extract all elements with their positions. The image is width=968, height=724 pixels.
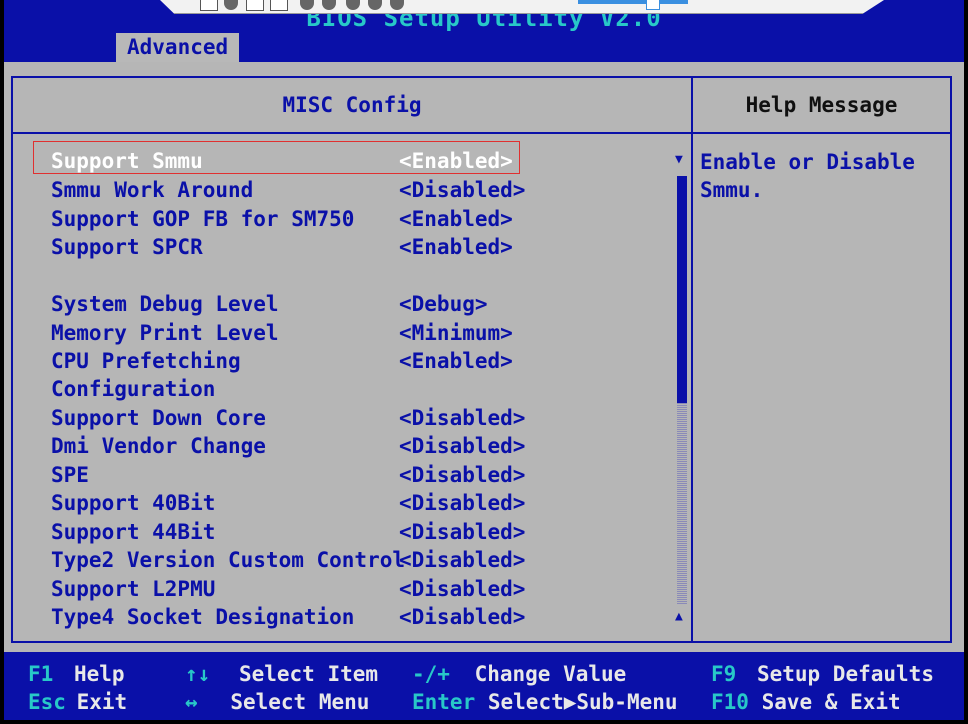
screenshot-icon[interactable] bbox=[246, 0, 264, 11]
menu-item-support-smmu[interactable]: Support Smmu <Enabled> bbox=[51, 147, 681, 175]
media-icon[interactable] bbox=[300, 0, 314, 10]
item-label: Support Down Core bbox=[51, 406, 266, 430]
item-value[interactable]: <Enabled> bbox=[399, 205, 513, 233]
item-label: Dmi Vendor Change bbox=[51, 434, 266, 458]
item-label: Type2 Version Custom Control bbox=[51, 548, 406, 572]
menu-item-cpu-prefetching-cont: Configuration bbox=[51, 375, 681, 403]
item-label: SPE bbox=[51, 463, 89, 487]
item-value[interactable]: <Enabled> bbox=[399, 147, 513, 175]
menu-item-type2-version[interactable]: Type2 Version Custom Control <Disabled> bbox=[51, 546, 681, 574]
scrollbar-track[interactable] bbox=[677, 403, 687, 604]
item-label: Support 44Bit bbox=[51, 520, 216, 544]
item-value[interactable]: <Disabled> bbox=[399, 546, 525, 574]
menu-item-support-down-core[interactable]: Support Down Core <Disabled> bbox=[51, 404, 681, 432]
key-hint-plusminus: -/+ Change Value bbox=[412, 662, 627, 686]
item-value[interactable]: <Enabled> bbox=[399, 233, 513, 261]
menu-item-memory-print-level[interactable]: Memory Print Level <Minimum> bbox=[51, 319, 681, 347]
item-label: Configuration bbox=[51, 377, 216, 401]
menu-item-support-44bit[interactable]: Support 44Bit <Disabled> bbox=[51, 518, 681, 546]
help-icon[interactable] bbox=[390, 0, 404, 10]
item-label: CPU Prefetching bbox=[51, 349, 241, 373]
settings-icon[interactable] bbox=[346, 0, 360, 10]
key-hint-f9: F9 Setup Defaults bbox=[711, 662, 934, 686]
item-value[interactable]: <Disabled> bbox=[399, 603, 525, 631]
scroll-down-arrow-icon[interactable]: ▼ bbox=[675, 152, 683, 167]
mouse-icon[interactable] bbox=[322, 0, 336, 10]
zoom-slider-thumb[interactable] bbox=[646, 0, 660, 10]
item-value[interactable]: <Disabled> bbox=[399, 489, 525, 517]
item-value[interactable]: <Enabled> bbox=[399, 347, 513, 375]
zoom-slider-track[interactable] bbox=[578, 0, 688, 4]
item-label: Support GOP FB for SM750 bbox=[51, 207, 355, 231]
key-hint-leftright: ↔ Select Menu bbox=[185, 690, 370, 714]
remote-console-toolbar bbox=[160, 0, 884, 14]
info-icon[interactable] bbox=[368, 0, 382, 10]
help-line-2: Smmu. bbox=[700, 178, 764, 202]
scrollbar-thumb[interactable] bbox=[677, 176, 687, 403]
item-label: Support Smmu bbox=[51, 149, 203, 173]
menu-item-system-debug-level[interactable]: System Debug Level <Debug> bbox=[51, 290, 681, 318]
keyboard-icon[interactable] bbox=[200, 0, 218, 11]
menu-item-support-40bit[interactable]: Support 40Bit <Disabled> bbox=[51, 489, 681, 517]
menu-item-cpu-prefetching[interactable]: CPU Prefetching <Enabled> bbox=[51, 347, 681, 375]
key-hint-enter: Enter Select▶Sub-Menu bbox=[412, 690, 678, 714]
power-icon[interactable] bbox=[224, 0, 238, 10]
main-area: MISC Config Help Message Support Smmu <E… bbox=[4, 62, 964, 652]
item-value[interactable]: <Minimum> bbox=[399, 319, 513, 347]
menu-item-smmu-work-around[interactable]: Smmu Work Around <Disabled> bbox=[51, 176, 681, 204]
help-message: Enable or Disable Smmu. bbox=[700, 148, 945, 204]
bios-screen: BIOS Setup Utility V2.0 Advanced MISC Co… bbox=[0, 0, 968, 724]
scroll-up-arrow-icon[interactable]: ▲ bbox=[675, 609, 683, 624]
title-divider bbox=[11, 132, 952, 134]
help-line-1: Enable or Disable bbox=[700, 150, 915, 174]
item-value[interactable]: <Disabled> bbox=[399, 404, 525, 432]
menu-item-dmi-vendor-change[interactable]: Dmi Vendor Change <Disabled> bbox=[51, 432, 681, 460]
key-legend-bar: F1 Help Esc Exit ↑↓ Select Item ↔ Select… bbox=[4, 652, 964, 720]
menu-item-spe[interactable]: SPE <Disabled> bbox=[51, 461, 681, 489]
item-value[interactable]: <Disabled> bbox=[399, 176, 525, 204]
item-value[interactable]: <Disabled> bbox=[399, 432, 525, 460]
menu-item-support-gop-fb[interactable]: Support GOP FB for SM750 <Enabled> bbox=[51, 205, 681, 233]
item-value[interactable]: <Disabled> bbox=[399, 461, 525, 489]
item-value[interactable]: <Disabled> bbox=[399, 575, 525, 603]
record-icon[interactable] bbox=[270, 0, 288, 11]
help-title: Help Message bbox=[745, 93, 898, 117]
page-title: MISC Config bbox=[282, 93, 422, 117]
item-label: System Debug Level bbox=[51, 292, 279, 316]
item-label: Type4 Socket Designation bbox=[51, 605, 355, 629]
item-value[interactable]: <Disabled> bbox=[399, 518, 525, 546]
item-label: Support SPCR bbox=[51, 235, 203, 259]
menu-item-type4-socket[interactable]: Type4 Socket Designation <Disabled> bbox=[51, 603, 681, 631]
key-hint-f1: F1 Help bbox=[28, 662, 125, 686]
key-hint-f10: F10 Save & Exit bbox=[711, 690, 901, 714]
item-label: Support 40Bit bbox=[51, 491, 216, 515]
menu-item-support-l2pmu[interactable]: Support L2PMU <Disabled> bbox=[51, 575, 681, 603]
item-label: Smmu Work Around bbox=[51, 178, 254, 202]
item-value[interactable]: <Debug> bbox=[399, 290, 488, 318]
panel-divider bbox=[691, 76, 693, 643]
menu-item-support-spcr[interactable]: Support SPCR <Enabled> bbox=[51, 233, 681, 261]
key-hint-esc: Esc Exit bbox=[28, 690, 128, 714]
tab-advanced[interactable]: Advanced bbox=[116, 33, 240, 62]
item-label: Support L2PMU bbox=[51, 577, 216, 601]
key-hint-updown: ↑↓ Select Item bbox=[185, 662, 379, 686]
item-label: Memory Print Level bbox=[51, 321, 279, 345]
